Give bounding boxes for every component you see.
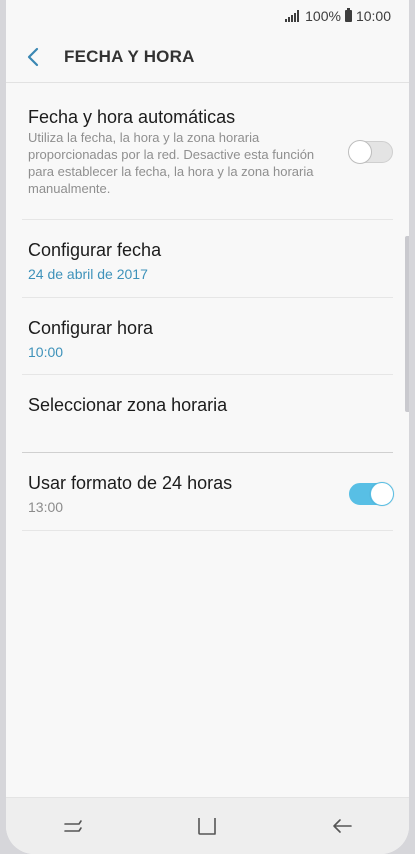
auto-date-time-title: Fecha y hora automáticas <box>28 107 236 127</box>
use-24-hour-format-value: 13:00 <box>28 499 64 515</box>
set-time-title: Configurar hora <box>28 318 154 338</box>
chevron-left-icon <box>27 47 39 67</box>
back-button[interactable] <box>10 32 56 82</box>
app-header: FECHA Y HORA <box>6 32 409 83</box>
back-nav-button[interactable] <box>312 798 372 854</box>
set-time-value: 10:00 <box>28 344 64 360</box>
status-bar: 100% 10:00 <box>6 0 409 32</box>
set-date-title: Configurar fecha <box>28 240 162 260</box>
signal-icon <box>285 10 300 22</box>
use-24-hour-format-toggle[interactable] <box>349 482 394 506</box>
battery-icon <box>344 8 352 22</box>
auto-date-time-setting[interactable]: Fecha y hora automáticas Utiliza la fech… <box>22 83 393 220</box>
navigation-bar <box>6 797 409 854</box>
battery-percentage: 100% <box>305 8 341 24</box>
recent-apps-icon <box>64 820 82 832</box>
toggle-knob <box>348 140 372 164</box>
use-24-hour-format-title: Usar formato de 24 horas <box>28 473 233 493</box>
recent-apps-button[interactable] <box>43 798 103 854</box>
select-timezone-setting[interactable]: Seleccionar zona horaria <box>22 375 393 453</box>
use-24-hour-format-setting[interactable]: Usar formato de 24 horas 13:00 <box>22 453 394 531</box>
home-icon <box>198 818 217 835</box>
settings-list: Fecha y hora automáticas Utiliza la fech… <box>6 83 409 531</box>
status-time: 10:00 <box>355 8 391 24</box>
set-date-value: 24 de abril de 2017 <box>28 266 148 282</box>
back-arrow-icon <box>333 819 352 833</box>
set-time-setting[interactable]: Configurar hora 10:00 <box>22 298 393 375</box>
select-timezone-title: Seleccionar zona horaria <box>28 395 228 415</box>
page-title: FECHA Y HORA <box>64 47 195 66</box>
phone-screen: 100% 10:00 FECHA Y HORA Fecha y hora aut… <box>6 0 409 854</box>
set-date-setting[interactable]: Configurar fecha 24 de abril de 2017 <box>22 220 393 298</box>
home-button[interactable] <box>177 798 237 854</box>
auto-date-time-toggle[interactable] <box>348 140 393 164</box>
toggle-knob <box>370 482 394 506</box>
auto-date-time-description: Utiliza la fecha, la hora y la zona hora… <box>28 130 315 196</box>
